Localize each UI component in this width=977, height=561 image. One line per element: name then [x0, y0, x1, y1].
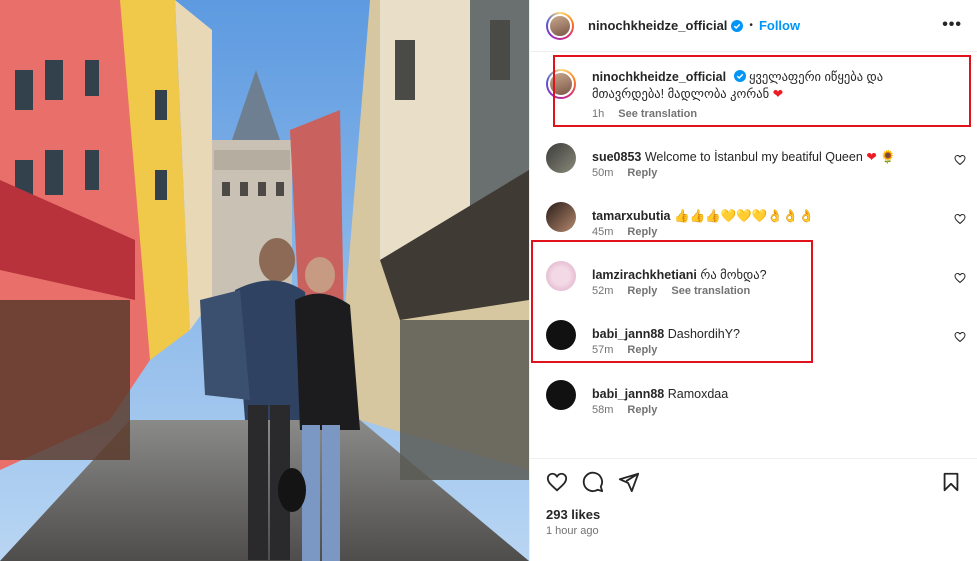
comment-time: 57m — [592, 344, 614, 356]
comment-item: lamzirachkhetiani რა მოხდა? 52m Reply Se… — [546, 261, 966, 301]
caption-meta: 1h See translation — [592, 108, 697, 120]
comment-body: Welcome to İstanbul my beatiful Queen — [644, 150, 863, 164]
comment-username[interactable]: lamzirachkhetiani — [592, 268, 697, 282]
separator-dot: • — [749, 20, 753, 31]
caption-item: ninochkheidze_official ყველაფერი იწყება … — [546, 69, 966, 123]
comment-username[interactable]: tamarxubutia — [592, 209, 671, 223]
comment-body: Ramoxdaa — [667, 387, 729, 401]
comment-meta: 52m Reply See translation — [592, 285, 750, 297]
comments-list: ninochkheidze_official ყველაფერი იწყება … — [530, 53, 977, 453]
caption-text: ninochkheidze_official ყველაფერი იწყება … — [592, 69, 932, 103]
post-photo — [0, 0, 529, 561]
comment-emoji: 🌻 — [880, 150, 896, 164]
reply-button[interactable]: Reply — [627, 285, 657, 297]
comment-time: 50m — [592, 167, 614, 179]
comment-avatar[interactable] — [546, 320, 576, 350]
author-username[interactable]: ninochkheidze_official — [588, 18, 727, 33]
caption-time: 1h — [592, 108, 605, 120]
post-time: 1 hour ago — [546, 525, 599, 537]
post-actions: 293 likes 1 hour ago — [530, 458, 977, 561]
comment-username[interactable]: babi_jann88 — [592, 327, 664, 341]
like-comment-heart-icon[interactable] — [954, 213, 966, 225]
comment-username[interactable]: babi_jann88 — [592, 387, 664, 401]
comment-time: 52m — [592, 285, 614, 297]
caption-avatar[interactable] — [546, 69, 576, 99]
comment-meta: 58m Reply — [592, 404, 657, 416]
reply-button[interactable]: Reply — [627, 167, 657, 179]
comment-body: რა მოხდა? — [700, 268, 767, 282]
comment-meta: 57m Reply — [592, 344, 657, 356]
comment-body: 👍👍👍💛💛💛👌👌👌 — [673, 209, 815, 223]
verified-badge-icon — [731, 19, 744, 32]
author-avatar[interactable] — [546, 11, 574, 40]
comment-avatar[interactable] — [546, 261, 576, 291]
verified-badge-icon — [733, 70, 746, 82]
heart-emoji: ❤ — [866, 150, 877, 164]
comment-meta: 45m Reply — [592, 226, 657, 238]
see-translation-link[interactable]: See translation — [618, 108, 697, 120]
post-header: ninochkheidze_official • Follow ••• — [530, 0, 977, 52]
comment-item: sue0853 Welcome to İstanbul my beatiful … — [546, 143, 966, 183]
see-translation-link[interactable]: See translation — [671, 285, 750, 297]
heart-emoji: ❤ — [772, 87, 784, 101]
more-options-icon[interactable]: ••• — [942, 17, 962, 33]
reply-button[interactable]: Reply — [627, 404, 657, 416]
heart-icon[interactable] — [546, 471, 568, 493]
comment-text: babi_jann88 DashordihY? — [592, 326, 932, 343]
comment-meta: 50m Reply — [592, 167, 657, 179]
comment-item: babi_jann88 Ramoxdaa 58m Reply — [546, 380, 966, 420]
comment-text: tamarxubutia 👍👍👍💛💛💛👌👌👌 — [592, 208, 932, 225]
comment-text: sue0853 Welcome to İstanbul my beatiful … — [592, 149, 932, 166]
comment-text: lamzirachkhetiani რა მოხდა? — [592, 267, 932, 284]
follow-button[interactable]: Follow — [759, 18, 800, 33]
caption-username[interactable]: ninochkheidze_official — [592, 70, 726, 84]
street-scene-image — [0, 0, 529, 561]
post-panel: ninochkheidze_official • Follow ••• nino… — [529, 0, 977, 561]
comment-item: tamarxubutia 👍👍👍💛💛💛👌👌👌 45m Reply — [546, 202, 966, 242]
comment-avatar[interactable] — [546, 380, 576, 410]
like-comment-heart-icon[interactable] — [954, 331, 966, 343]
reply-button[interactable]: Reply — [627, 344, 657, 356]
comment-time: 58m — [592, 404, 614, 416]
comment-text: babi_jann88 Ramoxdaa — [592, 386, 932, 403]
bookmark-icon[interactable] — [940, 471, 962, 493]
comment-item: babi_jann88 DashordihY? 57m Reply — [546, 320, 966, 360]
comment-icon[interactable] — [582, 471, 604, 493]
like-comment-heart-icon[interactable] — [954, 272, 966, 284]
share-icon[interactable] — [618, 471, 640, 493]
comment-time: 45m — [592, 226, 614, 238]
comment-avatar[interactable] — [546, 202, 576, 232]
likes-count[interactable]: 293 likes — [546, 507, 600, 522]
comment-avatar[interactable] — [546, 143, 576, 173]
comment-username[interactable]: sue0853 — [592, 150, 641, 164]
comment-body: DashordihY? — [667, 327, 740, 341]
like-comment-heart-icon[interactable] — [954, 154, 966, 166]
reply-button[interactable]: Reply — [627, 226, 657, 238]
